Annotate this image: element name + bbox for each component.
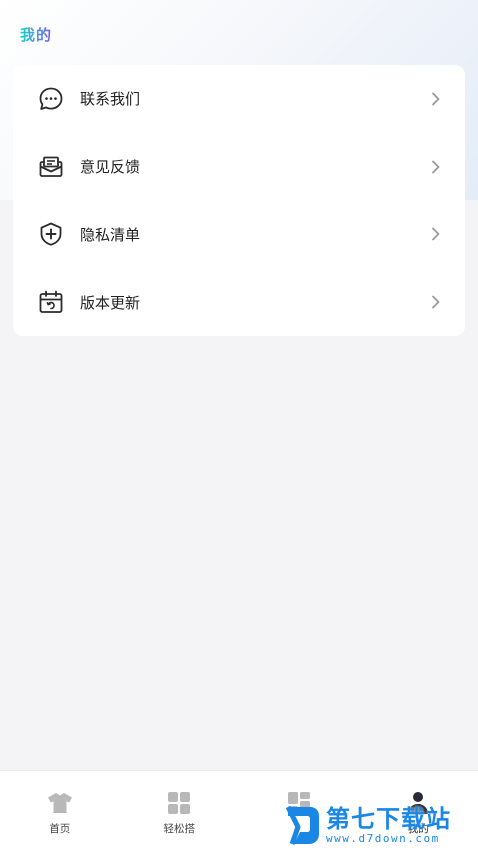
tshirt-icon	[47, 791, 73, 815]
page-title: 我的	[20, 26, 53, 44]
chat-bubble-icon	[37, 85, 65, 113]
shield-plus-icon	[37, 220, 65, 248]
menu-item-label: 隐私清单	[80, 225, 141, 244]
feedback-mail-icon	[37, 153, 65, 181]
nav-tab-home[interactable]: 首页	[0, 771, 120, 850]
menu-item-label: 意见反馈	[80, 158, 141, 177]
watermark: 第七下载站 www.d7down.com	[284, 802, 474, 848]
chevron-right-icon	[429, 227, 443, 241]
menu-item-label: 版本更新	[80, 293, 141, 312]
menu-item-feedback[interactable]: 意见反馈	[13, 133, 465, 201]
calendar-update-icon	[37, 288, 65, 316]
chevron-right-icon	[429, 92, 443, 106]
chevron-right-icon	[429, 295, 443, 309]
chevron-right-icon	[429, 160, 443, 174]
nav-tab-label: 轻松搭	[163, 823, 196, 835]
watermark-url: www.d7down.com	[326, 831, 440, 845]
nav-tab-label: 首页	[49, 823, 71, 835]
grid-icon	[166, 791, 192, 815]
nav-tab-easy-match[interactable]: 轻松搭	[120, 771, 240, 850]
settings-menu: 联系我们 意见反馈 隐私清单 版本更新	[13, 65, 465, 336]
menu-item-privacy-list[interactable]: 隐私清单	[13, 201, 465, 269]
watermark-name: 第七下载站	[326, 804, 451, 833]
menu-item-contact-us[interactable]: 联系我们	[13, 65, 465, 133]
watermark-logo-icon	[284, 803, 322, 847]
menu-item-version-update[interactable]: 版本更新	[13, 268, 465, 336]
menu-item-label: 联系我们	[80, 90, 141, 109]
